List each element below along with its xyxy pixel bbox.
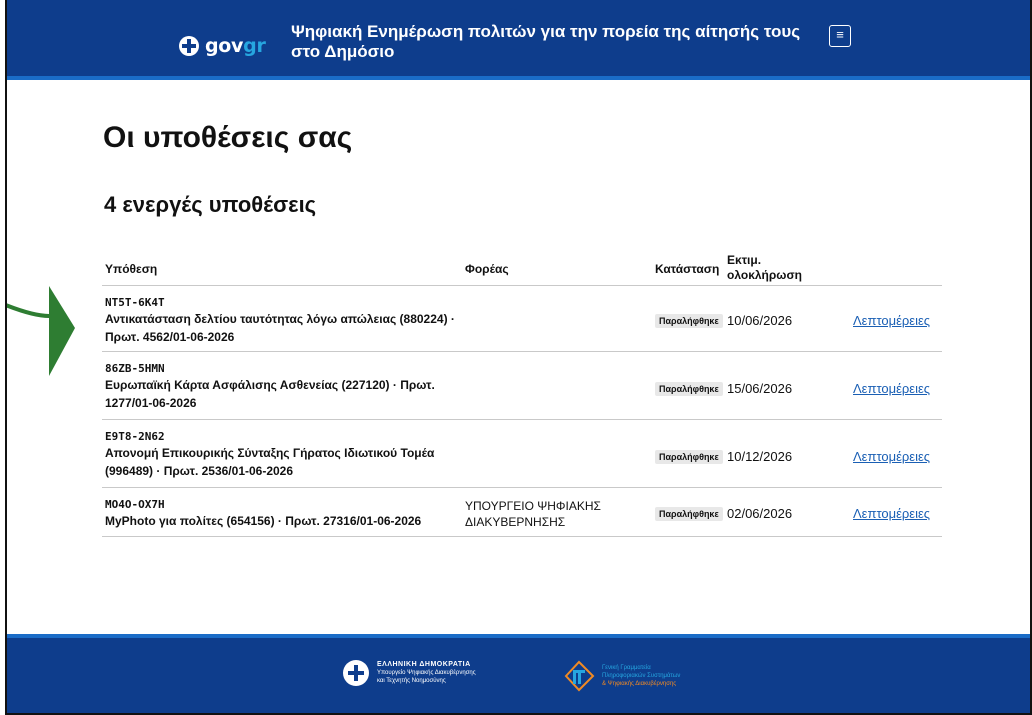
site-footer: ΕΛΛΗΝΙΚΗ ΔΗΜΟΚΡΑΤΙΑ Υπουργείο Ψηφιακής Δ…: [7, 634, 1030, 713]
menu-button[interactable]: ≡: [829, 25, 851, 47]
estimated-completion-date: 02/06/2026: [727, 506, 793, 521]
column-header-estimate: Εκτιμ. ολοκλήρωση: [727, 253, 802, 282]
active-cases-heading: 4 ενεργές υποθέσεις: [104, 192, 317, 217]
service-title: Ψηφιακή Ενημέρωση πολιτών για την πορεία…: [291, 22, 801, 61]
pointer-arrow-icon: [7, 286, 75, 376]
case-agency: ΥΠΟΥΡΓΕΙΟ ΨΗΦΙΑΚΗΣ ΔΙΑΚΥΒΕΡΝΗΣΗΣ: [465, 499, 601, 529]
site-header: govgr Ψηφιακή Ενημέρωση πολιτών για την …: [7, 0, 1030, 80]
ministry-name: ΕΛΛΗΝΙΚΗ ΔΗΜΟΚΡΑΤΙΑ Υπουργείο Ψηφιακής Δ…: [377, 661, 476, 684]
estimated-completion-date: 15/06/2026: [727, 381, 793, 396]
case-code: NT5T-6K4T: [105, 296, 165, 309]
estimated-completion-date: 10/06/2026: [727, 313, 793, 328]
table-row: NT5T-6K4T Αντικατάσταση δελτίου ταυτότητ…: [102, 286, 942, 352]
details-link[interactable]: Λεπτομέρειες: [853, 506, 930, 521]
gsis-emblem-icon: [564, 660, 595, 692]
ministry-logo[interactable]: ΕΛΛΗΝΙΚΗ ΔΗΜΟΚΡΑΤΙΑ Υπουργείο Ψηφιακής Δ…: [343, 660, 476, 686]
status-badge: Παραλήφθηκε: [655, 450, 723, 464]
status-badge: Παραλήφθηκε: [655, 314, 723, 328]
case-code: E9T8-2N62: [105, 430, 165, 443]
greek-emblem-icon: [343, 660, 369, 686]
greek-emblem-icon: [179, 36, 199, 56]
case-description: Αντικατάσταση δελτίου ταυτότητας λόγω απ…: [105, 312, 455, 344]
govgr-wordmark: govgr: [205, 35, 266, 57]
gsis-name: Γενική Γραμματεία Πληροφοριακών Συστημάτ…: [602, 665, 681, 687]
details-link[interactable]: Λεπτομέρειες: [853, 381, 930, 396]
page-title: Οι υποθέσεις σας: [103, 121, 353, 154]
status-badge: Παραλήφθηκε: [655, 382, 723, 396]
column-header-agency: Φορέας: [465, 262, 509, 276]
case-code: MO4O-OX7H: [105, 498, 165, 511]
table-row: 86ZB-5HMN Ευρωπαϊκή Κάρτα Ασφάλισης Ασθε…: [102, 352, 942, 420]
gsis-logo[interactable]: Γενική Γραμματεία Πληροφοριακών Συστημάτ…: [562, 660, 680, 692]
table-row: MO4O-OX7H MyPhoto για πολίτες (654156) ·…: [102, 488, 942, 537]
browser-viewport: govgr Ψηφιακή Ενημέρωση πολιτών για την …: [5, 0, 1032, 715]
column-header-case: Υπόθεση: [105, 262, 158, 276]
estimated-completion-date: 10/12/2026: [727, 449, 793, 464]
table-header: Υπόθεση Φορέας Κατάσταση Εκτιμ. ολοκλήρω…: [102, 244, 942, 286]
govgr-logo[interactable]: govgr: [179, 35, 266, 57]
case-description: Απονομή Επικουρικής Σύνταξης Γήρατος Ιδι…: [105, 446, 435, 478]
status-badge: Παραλήφθηκε: [655, 507, 723, 521]
cases-table: Υπόθεση Φορέας Κατάσταση Εκτιμ. ολοκλήρω…: [102, 244, 942, 537]
column-header-status: Κατάσταση: [655, 262, 720, 276]
case-code: 86ZB-5HMN: [105, 362, 165, 375]
details-link[interactable]: Λεπτομέρειες: [853, 313, 930, 328]
case-description: Ευρωπαϊκή Κάρτα Ασφάλισης Ασθενείας (227…: [105, 378, 435, 410]
case-description: MyPhoto για πολίτες (654156) · Πρωτ. 273…: [105, 514, 422, 528]
table-row: E9T8-2N62 Απονομή Επικουρικής Σύνταξης Γ…: [102, 420, 942, 488]
details-link[interactable]: Λεπτομέρειες: [853, 449, 930, 464]
